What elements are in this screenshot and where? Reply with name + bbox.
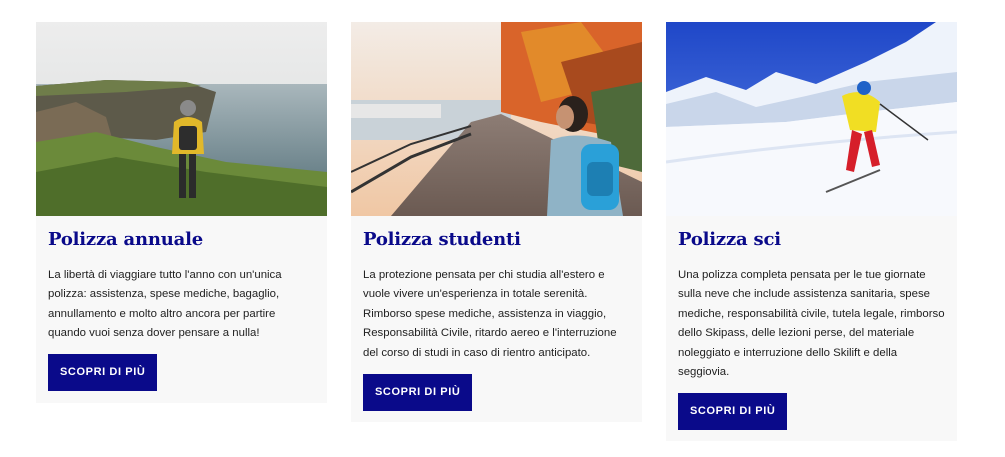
student-with-backpack-image: [351, 22, 642, 216]
card-title: Polizza studenti: [363, 229, 521, 250]
product-card-annual: Polizza annuale La libertà di viaggiare …: [36, 22, 327, 403]
card-description: La protezione pensata per chi studia all…: [363, 269, 617, 359]
discover-more-button[interactable]: SCOPRI DI PIÙ: [363, 374, 473, 412]
discover-more-button[interactable]: SCOPRI DI PIÙ: [48, 353, 158, 391]
traveler-on-cliff-image: [36, 22, 327, 216]
card-description: Una polizza completa pensata per le tue …: [678, 269, 945, 379]
card-description: La libertà di viaggiare tutto l'anno con…: [48, 269, 282, 340]
discover-more-button[interactable]: SCOPRI DI PIÙ: [678, 393, 788, 431]
product-card-ski: Polizza sci Una polizza completa pensata…: [666, 22, 957, 441]
card-title: Polizza sci: [678, 229, 781, 250]
card-title: Polizza annuale: [48, 229, 203, 250]
skier-on-slope-image: [666, 22, 957, 216]
product-card-students: Polizza studenti La protezione pensata p…: [351, 22, 642, 422]
